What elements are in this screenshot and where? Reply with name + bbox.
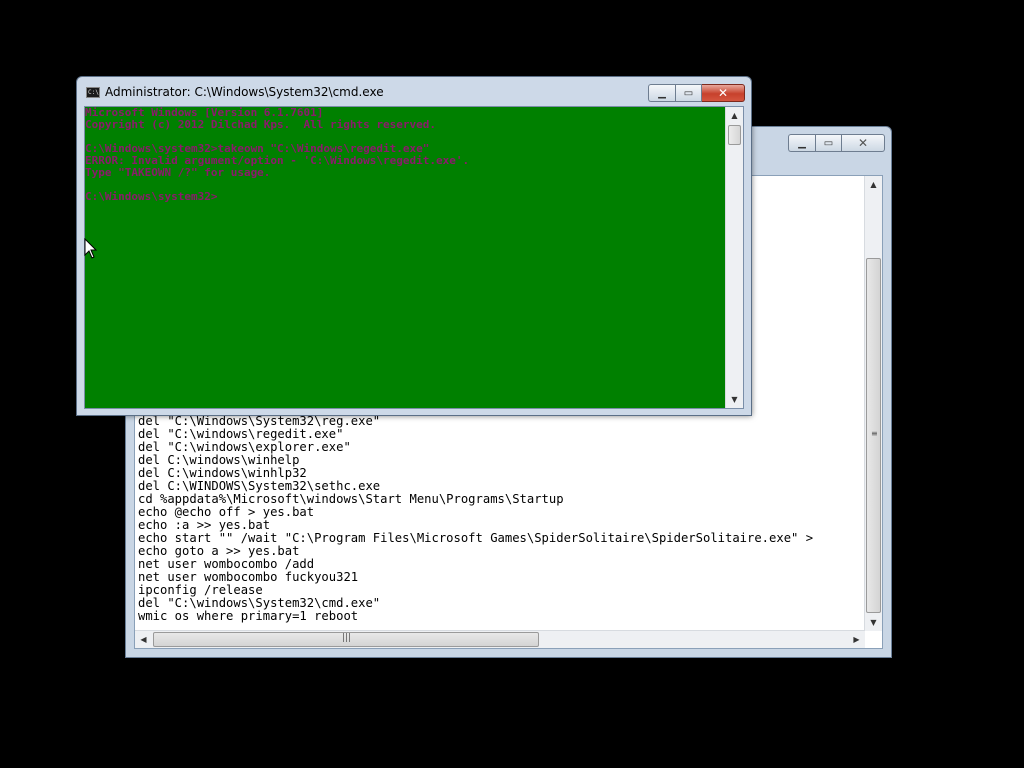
close-button[interactable]: ✕: [702, 84, 745, 102]
minimize-icon: ▁: [658, 87, 666, 99]
maximize-button[interactable]: ▭: [675, 84, 702, 102]
vertical-scrollbar[interactable]: ▲ ≡ ▼: [864, 176, 882, 631]
horizontal-scrollbar[interactable]: ◀ ||| ▶: [135, 630, 865, 648]
cmd-output: Microsoft Windows [Version 6.1.7601] Copy…: [85, 107, 469, 203]
scroll-up-arrow-icon[interactable]: ▲: [865, 176, 882, 193]
maximize-icon: ▭: [823, 137, 834, 149]
scroll-right-arrow-icon[interactable]: ▶: [848, 631, 865, 648]
text-line: wmic os where primary=1 reboot: [138, 609, 359, 623]
minimize-button[interactable]: ▁: [788, 134, 815, 152]
text-line: Copyright (c) 2012 Dilchad Kps. All righ…: [85, 118, 436, 131]
cmd-titlebar[interactable]: C:\ Administrator: C:\Windows\System32\c…: [77, 77, 751, 105]
cmd-icon[interactable]: C:\: [86, 87, 100, 98]
cmd-window: C:\ Administrator: C:\Windows\System32\c…: [76, 76, 752, 416]
grip-icon: ≡: [871, 429, 878, 438]
notepad-window-controls: ▁ ▭ ✕: [788, 134, 885, 152]
cmd-window-controls: ▁ ▭ ✕: [648, 84, 745, 102]
notepad-text: del "C:\Windows\System32\reg.exe" del "C:…: [138, 415, 813, 623]
scroll-left-arrow-icon[interactable]: ◀: [135, 631, 152, 648]
cmd-vertical-scrollbar[interactable]: ▲ ▼: [725, 107, 743, 408]
scroll-up-arrow-icon[interactable]: ▲: [726, 107, 743, 124]
vertical-scroll-thumb[interactable]: ≡: [866, 258, 881, 613]
minimize-icon: ▁: [798, 137, 806, 149]
scroll-down-arrow-icon[interactable]: ▼: [726, 391, 743, 408]
grip-icon: |||: [342, 633, 352, 643]
horizontal-scroll-thumb[interactable]: |||: [153, 632, 539, 647]
text-line: Type "TAKEOWN /?" for usage.: [85, 166, 271, 179]
text-line: C:\Windows\system32>: [85, 190, 218, 203]
close-icon: ✕: [717, 86, 729, 100]
scroll-down-arrow-icon[interactable]: ▼: [865, 614, 882, 631]
cmd-window-title: Administrator: C:\Windows\System32\cmd.e…: [105, 85, 384, 99]
minimize-button[interactable]: ▁: [648, 84, 675, 102]
cmd-scroll-thumb[interactable]: [728, 125, 741, 145]
mouse-cursor-icon: [84, 238, 98, 259]
close-button[interactable]: ✕: [842, 134, 885, 152]
cmd-console[interactable]: Microsoft Windows [Version 6.1.7601] Copy…: [84, 106, 744, 409]
maximize-button[interactable]: ▭: [815, 134, 842, 152]
maximize-icon: ▭: [683, 87, 694, 99]
close-icon: ✕: [857, 136, 869, 150]
